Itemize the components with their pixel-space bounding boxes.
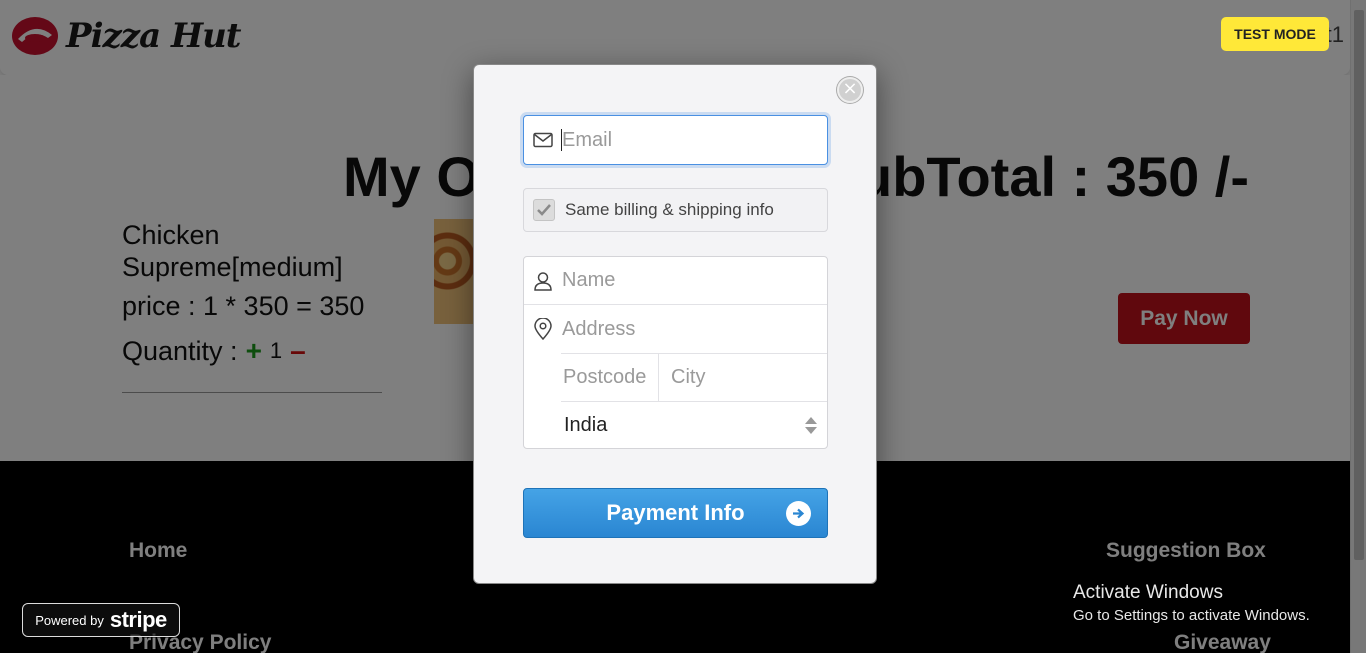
postcode-input[interactable] — [563, 366, 658, 389]
payment-info-label: Payment Info — [606, 500, 745, 525]
checkout-modal: × Same billing & shipping info — [473, 64, 936, 584]
address-fieldset: India — [523, 256, 936, 449]
same-billing-row[interactable]: Same billing & shipping info — [523, 188, 828, 232]
location-pin-icon — [524, 318, 562, 340]
same-billing-checkbox[interactable] — [533, 199, 555, 221]
windows-activation-watermark: Activate Windows Go to Settings to activ… — [1073, 582, 1310, 624]
powered-by-label: Powered by — [35, 612, 104, 628]
email-input[interactable] — [562, 128, 827, 152]
user-icon — [524, 271, 562, 291]
name-input[interactable] — [562, 269, 827, 292]
select-arrows-icon — [801, 417, 821, 434]
envelope-icon — [524, 132, 561, 148]
stripe-wordmark: stripe — [109, 607, 167, 632]
address-input[interactable] — [562, 317, 827, 341]
watermark-title: Activate Windows — [1073, 582, 1223, 603]
close-button[interactable]: × — [837, 77, 863, 103]
payment-info-button[interactable]: Payment Info — [523, 488, 828, 538]
city-field[interactable] — [659, 354, 936, 401]
address-field[interactable] — [524, 305, 827, 353]
country-value: India — [564, 414, 608, 436]
country-select[interactable]: India — [561, 401, 827, 449]
watermark-subtitle: Go to Settings to activate Windows. — [1073, 607, 1310, 624]
email-field[interactable] — [523, 115, 828, 165]
same-billing-label: Same billing & shipping info — [565, 200, 774, 219]
postcode-city-row — [561, 353, 936, 401]
test-mode-badge: TEST MODE — [1221, 17, 1329, 51]
checkmark-icon — [537, 204, 551, 216]
arrow-right-icon — [786, 501, 811, 526]
powered-by-stripe-badge[interactable]: Powered by stripe — [22, 603, 180, 637]
postcode-field[interactable] — [561, 354, 659, 401]
city-input[interactable] — [671, 366, 936, 389]
name-field[interactable] — [524, 257, 827, 305]
